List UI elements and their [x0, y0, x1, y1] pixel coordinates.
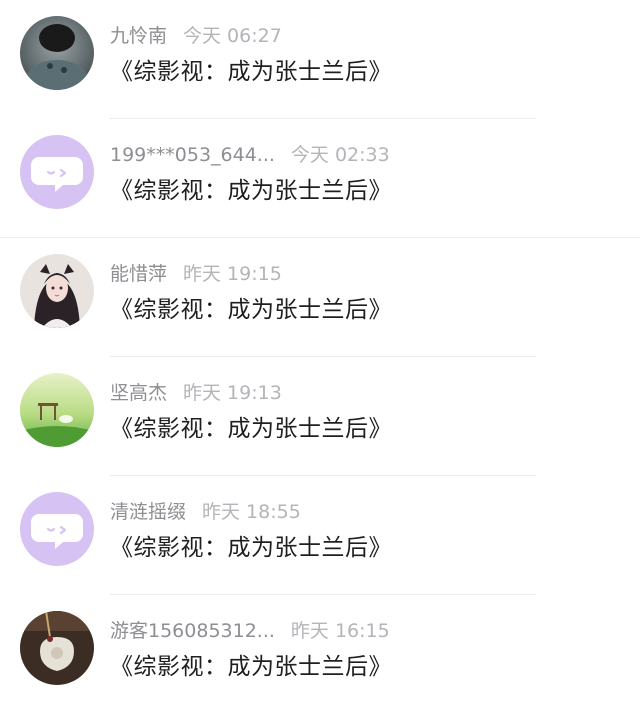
comment-meta: 游客156085312... 昨天 16:15: [110, 617, 390, 645]
user-avatar[interactable]: [20, 492, 94, 566]
green-field-avatar-icon: [20, 373, 94, 447]
username[interactable]: 游客156085312...: [110, 620, 275, 642]
username[interactable]: 坚高杰: [110, 382, 167, 404]
user-avatar[interactable]: [20, 611, 94, 685]
default-chat-bubble-avatar-icon: [20, 492, 94, 566]
comment-text: 《综影视：成为张士兰后》: [110, 535, 392, 561]
username[interactable]: 清涟摇缀: [110, 501, 186, 523]
username[interactable]: 199***053_644...: [110, 144, 275, 166]
jade-pendant-avatar-icon: [20, 611, 94, 685]
timestamp: 昨天 19:15: [183, 263, 282, 285]
timestamp: 昨天 16:15: [290, 620, 390, 642]
timestamp: 今天 02:33: [290, 144, 390, 166]
comment-item[interactable]: 坚高杰 昨天 19:13 《综影视：成为张士兰后》: [0, 357, 640, 476]
comment-feed: 九怜南 今天 06:27 《综影视：成为张士兰后》 199***053_644..…: [0, 0, 640, 712]
comment-meta: 坚高杰 昨天 19:13: [110, 379, 282, 407]
comment-item[interactable]: 199***053_644... 今天 02:33 《综影视：成为张士兰后》: [0, 119, 640, 238]
comment-meta: 九怜南 今天 06:27: [110, 22, 282, 50]
illustrated-girl-avatar-icon: [20, 254, 94, 328]
timestamp: 昨天 18:55: [202, 501, 301, 523]
user-avatar[interactable]: [20, 254, 94, 328]
default-chat-bubble-avatar-icon: [20, 135, 94, 209]
comment-text: 《综影视：成为张士兰后》: [110, 416, 392, 442]
comment-item[interactable]: 九怜南 今天 06:27 《综影视：成为张士兰后》: [0, 0, 640, 119]
timestamp: 昨天 19:13: [183, 382, 282, 404]
comment-text: 《综影视：成为张士兰后》: [110, 178, 392, 204]
user-avatar[interactable]: [20, 16, 94, 90]
dark-photo-avatar-icon: [20, 16, 94, 90]
comment-meta: 199***053_644... 今天 02:33: [110, 141, 390, 169]
comment-item[interactable]: 能惜萍 昨天 19:15 《综影视：成为张士兰后》: [0, 238, 640, 357]
timestamp: 今天 06:27: [183, 25, 282, 47]
comment-text: 《综影视：成为张士兰后》: [110, 59, 392, 85]
comment-text: 《综影视：成为张士兰后》: [110, 297, 392, 323]
comment-meta: 清涟摇缀 昨天 18:55: [110, 498, 301, 526]
user-avatar[interactable]: [20, 373, 94, 447]
username[interactable]: 九怜南: [110, 25, 167, 47]
comment-item[interactable]: 清涟摇缀 昨天 18:55 《综影视：成为张士兰后》: [0, 476, 640, 595]
comment-text: 《综影视：成为张士兰后》: [110, 654, 392, 680]
user-avatar[interactable]: [20, 135, 94, 209]
username[interactable]: 能惜萍: [110, 263, 167, 285]
comment-meta: 能惜萍 昨天 19:15: [110, 260, 282, 288]
comment-item[interactable]: 游客156085312... 昨天 16:15 《综影视：成为张士兰后》: [0, 595, 640, 714]
